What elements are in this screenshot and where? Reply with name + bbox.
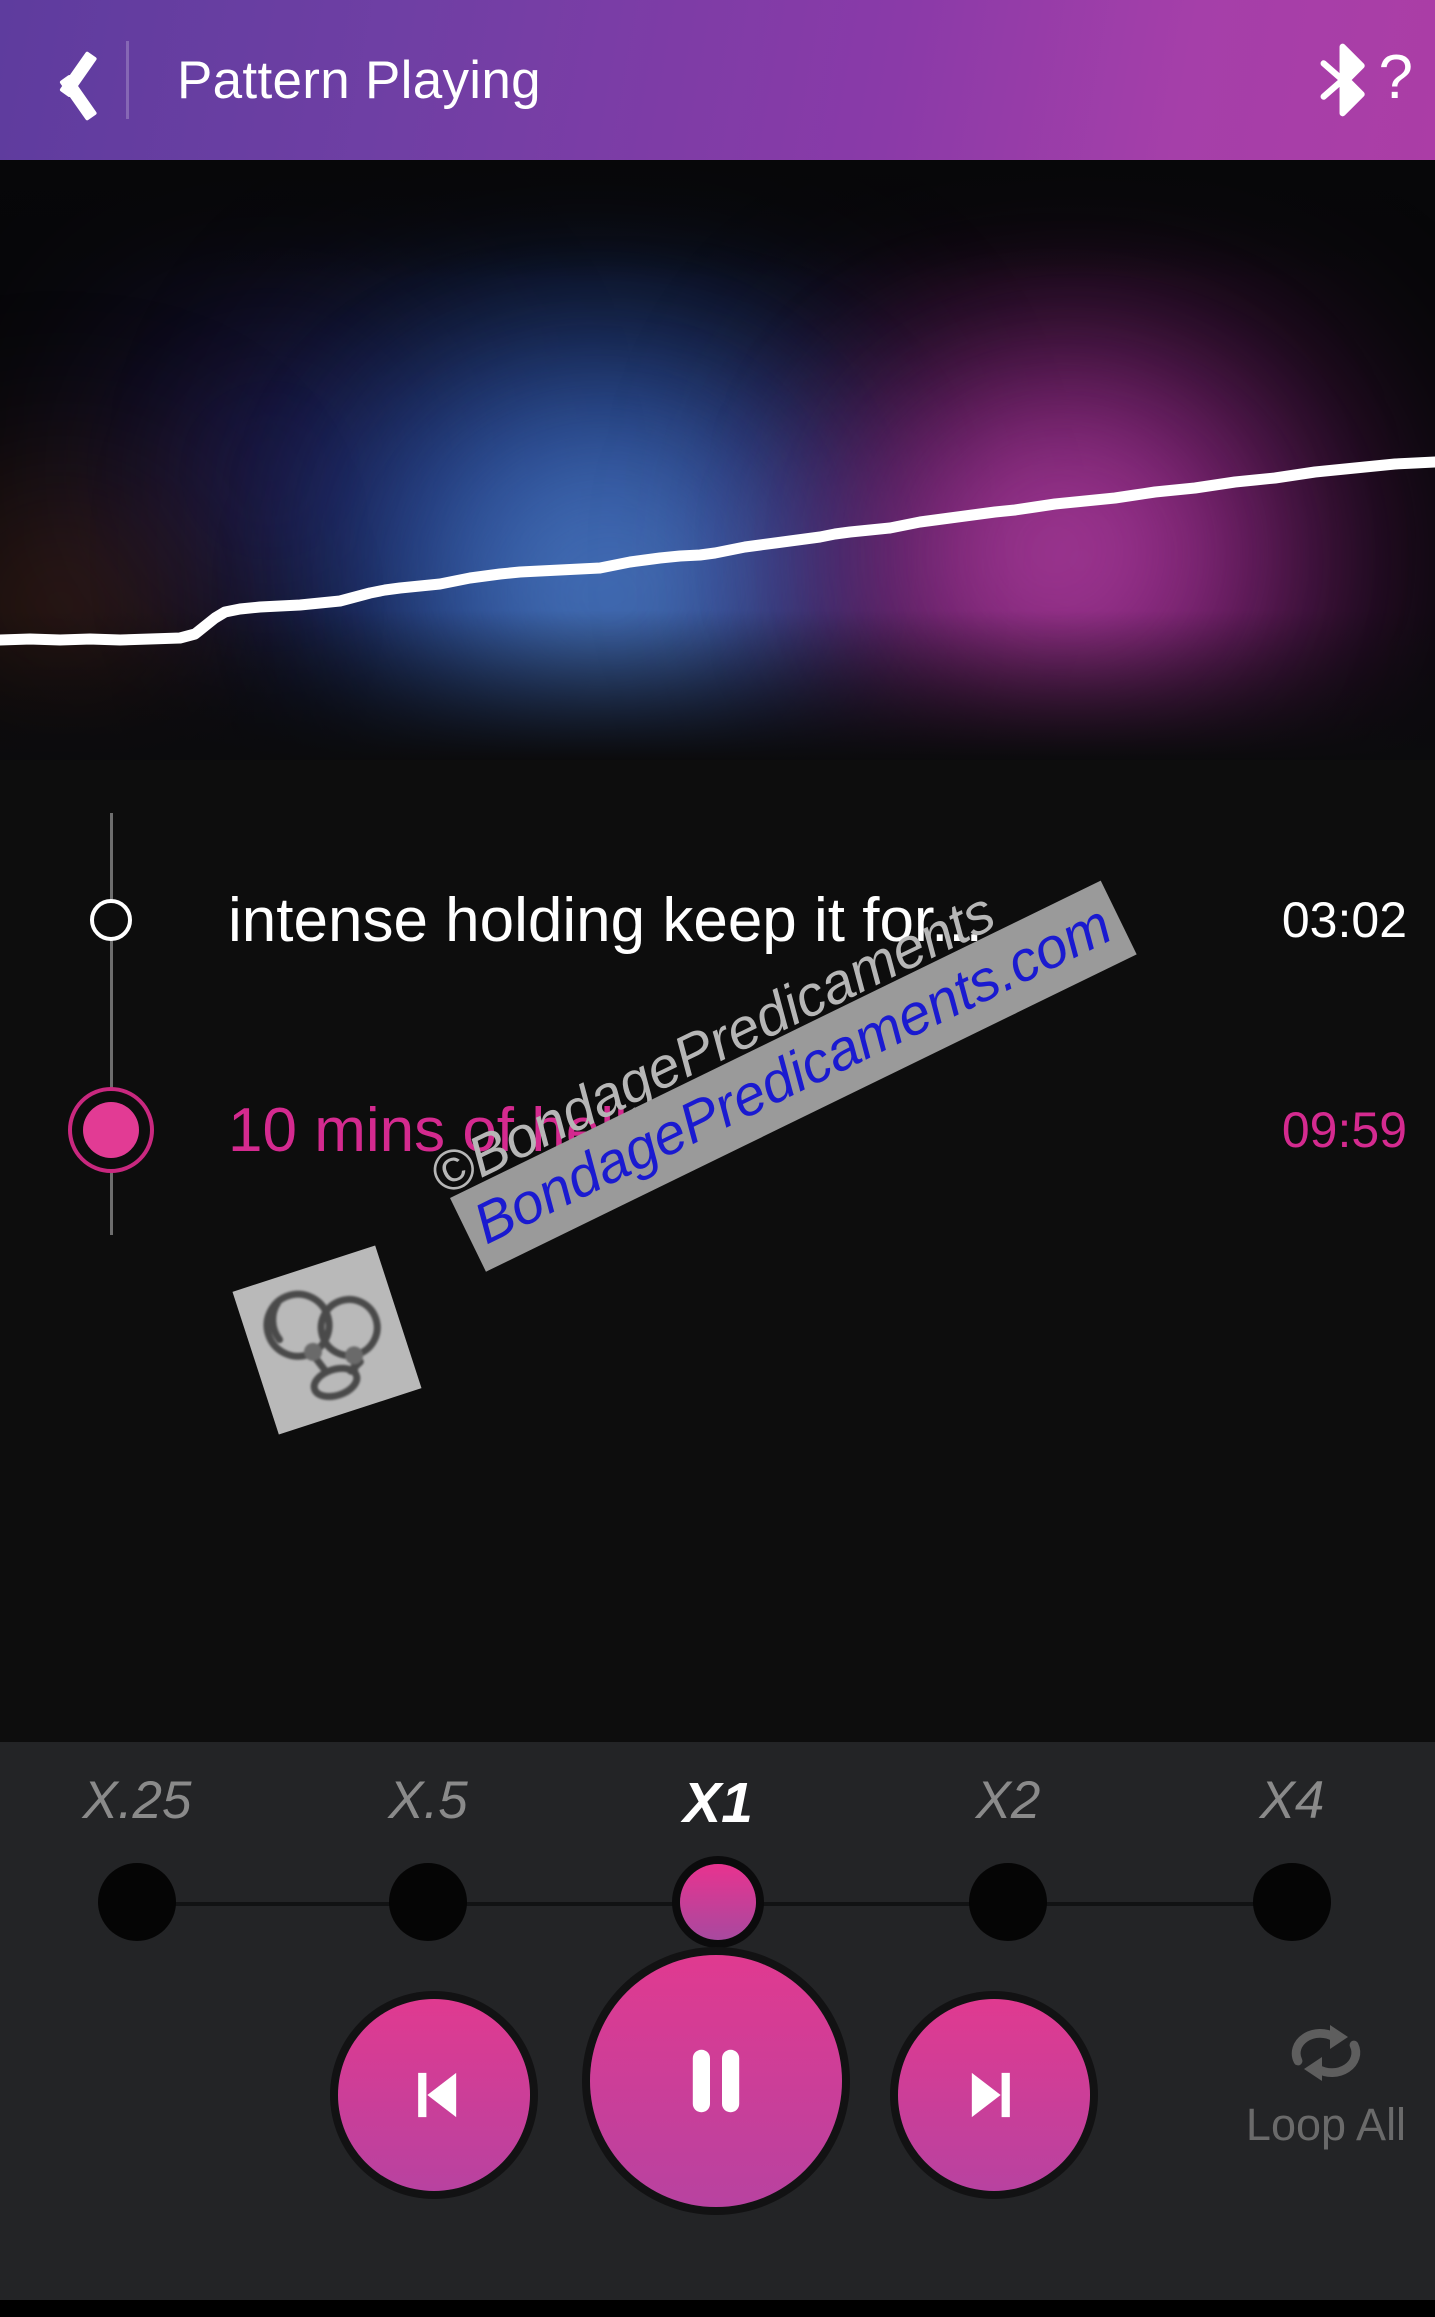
transport-controls: Loop All (0, 1947, 1435, 2227)
playlist-item-0[interactable]: intense holding keep it for... 03:02 (0, 860, 1435, 980)
track-name: intense holding keep it for... (228, 885, 983, 955)
filled-circle-icon (68, 1087, 154, 1173)
speed-label-x05[interactable]: X.5 (388, 1770, 468, 1831)
repeat-icon (1291, 2025, 1361, 2081)
header-actions: ? (1315, 0, 1413, 160)
pattern-visualizer (0, 160, 1435, 760)
bluetooth-icon[interactable] (1315, 42, 1375, 118)
skip-next-icon (971, 2072, 1010, 2118)
speed-labels: X.25 X.5 X1 X2 X4 (0, 1770, 1435, 1840)
bottom-navigation-strip (0, 2300, 1435, 2317)
playlist-item-1[interactable]: 10 mins of hell 09:59 (0, 1070, 1435, 1190)
loop-all-label: Loop All (1245, 2099, 1407, 2150)
track-duration: 03:02 (1281, 892, 1407, 948)
hollow-circle-icon (90, 899, 132, 941)
speed-dot-x1[interactable] (680, 1864, 756, 1940)
speed-slider[interactable]: X.25 X.5 X1 X2 X4 (0, 1742, 1435, 1962)
track-marker-inactive[interactable] (63, 872, 159, 968)
speed-dot-x4[interactable] (1253, 1863, 1331, 1941)
next-button[interactable] (898, 1999, 1090, 2191)
header-divider (126, 41, 129, 119)
track-marker-active[interactable] (63, 1082, 159, 1178)
pause-icon (692, 2049, 740, 2113)
pattern-playlist: intense holding keep it for... 03:02 10 … (0, 760, 1435, 1742)
speed-dot-x05[interactable] (389, 1863, 467, 1941)
back-button[interactable] (0, 0, 130, 160)
speed-label-x025[interactable]: X.25 (82, 1770, 191, 1831)
app-header: Pattern Playing ? (0, 0, 1435, 160)
help-button[interactable]: ? (1379, 47, 1413, 109)
pattern-player-screen: Pattern Playing ? intense holding keep i… (0, 0, 1435, 2317)
filled-circle-core (83, 1102, 139, 1158)
speed-dot-x025[interactable] (98, 1863, 176, 1941)
speed-label-x4[interactable]: X4 (1260, 1770, 1325, 1831)
skip-previous-icon (418, 2072, 457, 2118)
speed-dot-x2[interactable] (969, 1863, 1047, 1941)
play-pause-button[interactable] (590, 1955, 842, 2207)
speed-label-x1[interactable]: X1 (683, 1770, 753, 1836)
player-controls-panel: X.25 X.5 X1 X2 X4 Loop All (0, 1742, 1435, 2300)
intensity-curve (0, 456, 1435, 646)
loop-all-button[interactable]: Loop All (1226, 2017, 1426, 2151)
track-duration: 09:59 (1281, 1102, 1407, 1158)
speed-label-x2[interactable]: X2 (976, 1770, 1041, 1831)
track-name: 10 mins of hell (228, 1095, 628, 1165)
previous-button[interactable] (338, 1999, 530, 2191)
back-chevron-icon (42, 46, 88, 114)
page-title: Pattern Playing (177, 50, 541, 110)
